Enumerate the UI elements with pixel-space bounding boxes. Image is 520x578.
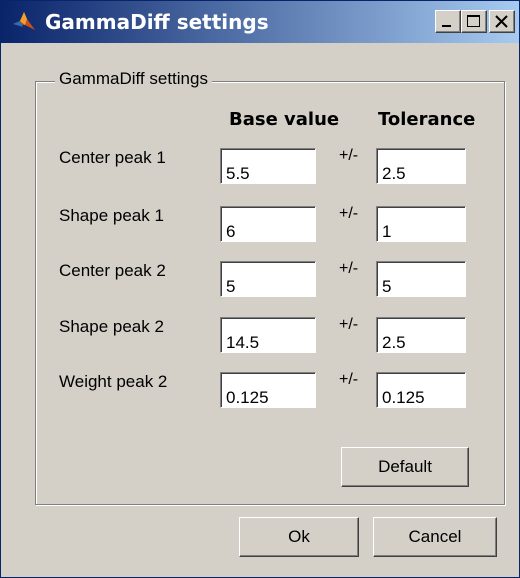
center-peak-2-base-input[interactable] [220,261,316,297]
matlab-icon [13,12,35,30]
window-title: GammaDiff settings [45,10,269,34]
shape-peak-1-tolerance-input[interactable] [376,206,466,242]
shape-peak-2-base-input[interactable] [220,317,316,353]
weight-peak-2-base-input[interactable] [220,372,316,408]
row-label-shape-peak-2: Shape peak 2 [59,317,164,336]
weight-peak-2-tolerance-input[interactable] [376,372,466,408]
plus-minus-label: +/- [339,260,359,277]
close-icon [495,15,508,28]
close-button[interactable] [489,10,515,33]
shape-peak-1-base-input[interactable] [220,206,316,242]
minimize-icon [442,25,451,27]
groupbox-label: GammaDiff settings [55,69,212,89]
row-label-shape-peak-1: Shape peak 1 [59,206,164,225]
row-label-center-peak-2: Center peak 2 [59,261,166,280]
title-bar[interactable]: GammaDiff settings [1,1,519,43]
minimize-button[interactable] [435,10,461,33]
center-peak-2-tolerance-input[interactable] [376,261,466,297]
row-label-center-peak-1: Center peak 1 [59,148,166,167]
maximize-button[interactable] [461,10,487,33]
shape-peak-2-tolerance-input[interactable] [376,317,466,353]
plus-minus-label: +/- [339,147,359,164]
plus-minus-label: +/- [339,205,359,222]
center-peak-1-tolerance-input[interactable] [376,148,466,184]
tolerance-header: Tolerance [378,109,476,130]
cancel-button[interactable]: Cancel [373,517,497,557]
plus-minus-label: +/- [339,316,359,333]
row-label-weight-peak-2: Weight peak 2 [59,372,168,391]
default-button[interactable]: Default [341,447,469,487]
maximize-icon [467,15,480,27]
base-value-header: Base value [229,109,340,130]
plus-minus-label: +/- [339,371,359,388]
settings-window: GammaDiff settings GammaDiff settings Ba… [0,0,520,578]
ok-button[interactable]: Ok [239,517,359,557]
center-peak-1-base-input[interactable] [220,148,316,184]
